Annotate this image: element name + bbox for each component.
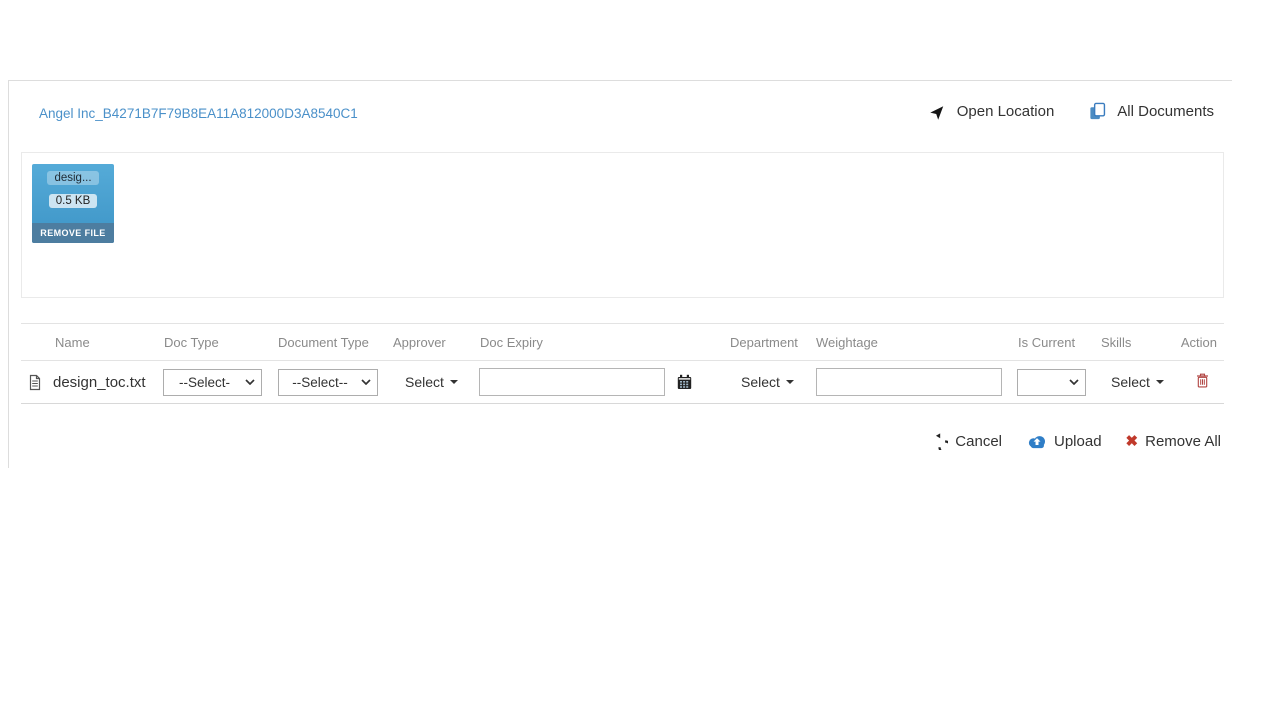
skills-select-button[interactable]: Select <box>1111 374 1164 390</box>
cell-document-type: --Select-- <box>278 368 393 396</box>
grid-header-row: Name Doc Type Document Type Approver Doc… <box>21 323 1224 361</box>
open-location-label: Open Location <box>956 103 1055 120</box>
cell-name: design_toc.txt <box>21 374 163 391</box>
file-size-pill: 0.5 KB <box>48 194 98 208</box>
caret-down-icon <box>785 380 794 384</box>
documents-copy-icon <box>1088 102 1107 121</box>
entity-file-link[interactable]: Angel Inc_B4271B7F79B8EA11A812000D3A8540… <box>39 106 358 121</box>
cell-doc-type: --Select- <box>163 368 278 396</box>
x-icon: ✖ <box>1125 433 1139 450</box>
col-header-approver: Approver <box>393 334 446 350</box>
documents-grid: Name Doc Type Document Type Approver Doc… <box>21 323 1224 404</box>
footer-actions: Cancel Upload ✖ Remove All <box>931 433 1221 450</box>
remove-file-button[interactable]: REMOVE FILE <box>32 223 114 243</box>
cell-skills: Select <box>1096 374 1171 390</box>
col-header-name: Name <box>55 334 90 350</box>
col-header-doc-type: Doc Type <box>164 334 219 350</box>
all-documents-button[interactable]: All Documents <box>1088 102 1214 121</box>
is-current-select[interactable] <box>1017 368 1086 396</box>
table-row: design_toc.txt --Select- --Select-- Sele… <box>21 361 1224 404</box>
upload-panel: Angel Inc_B4271B7F79B8EA11A812000D3A8540… <box>8 80 1232 468</box>
col-header-weightage: Weightage <box>816 334 878 350</box>
col-header-skills: Skills <box>1101 334 1132 350</box>
cell-department: Select <box>711 374 816 390</box>
cancel-button[interactable]: Cancel <box>931 433 1002 450</box>
cell-doc-expiry <box>479 368 711 396</box>
file-preview-card[interactable]: desig... 0.5 KB REMOVE FILE <box>32 164 114 243</box>
remove-all-button[interactable]: ✖ Remove All <box>1126 433 1221 450</box>
cell-approver: Select <box>393 374 479 390</box>
col-header-doc-expiry: Doc Expiry <box>480 334 543 350</box>
cloud-upload-icon <box>1026 434 1047 449</box>
col-header-action: Action <box>1180 334 1217 350</box>
caret-down-icon <box>449 380 458 384</box>
doc-type-select[interactable]: --Select- <box>163 368 262 396</box>
open-location-button[interactable]: Open Location <box>930 103 1055 120</box>
department-select-button[interactable]: Select <box>741 374 794 390</box>
top-actions: Open Location All Documents <box>930 102 1214 121</box>
file-text-icon <box>27 374 43 391</box>
delete-row-button[interactable] <box>1196 373 1209 388</box>
file-name-pill: desig... <box>47 171 99 185</box>
file-dropzone: desig... 0.5 KB REMOVE FILE <box>21 152 1224 298</box>
doc-expiry-input[interactable] <box>479 368 665 396</box>
location-arrow-icon <box>930 103 947 120</box>
undo-rotate-icon <box>931 433 949 450</box>
calendar-icon[interactable] <box>677 374 692 390</box>
approver-select-button[interactable]: Select <box>405 374 458 390</box>
document-type-select[interactable]: --Select-- <box>278 368 378 396</box>
upload-button[interactable]: Upload <box>1026 433 1102 450</box>
col-header-document-type: Document Type <box>278 334 369 350</box>
cell-weightage <box>816 368 1014 396</box>
caret-down-icon <box>1155 380 1164 384</box>
trash-icon <box>1197 373 1208 388</box>
col-header-department: Department <box>730 334 798 350</box>
weightage-input[interactable] <box>816 368 1002 396</box>
all-documents-label: All Documents <box>1117 103 1214 120</box>
file-name-text: design_toc.txt <box>53 373 146 391</box>
col-header-is-current: Is Current <box>1018 334 1076 350</box>
cell-is-current <box>1014 368 1096 396</box>
cell-action <box>1171 373 1224 391</box>
